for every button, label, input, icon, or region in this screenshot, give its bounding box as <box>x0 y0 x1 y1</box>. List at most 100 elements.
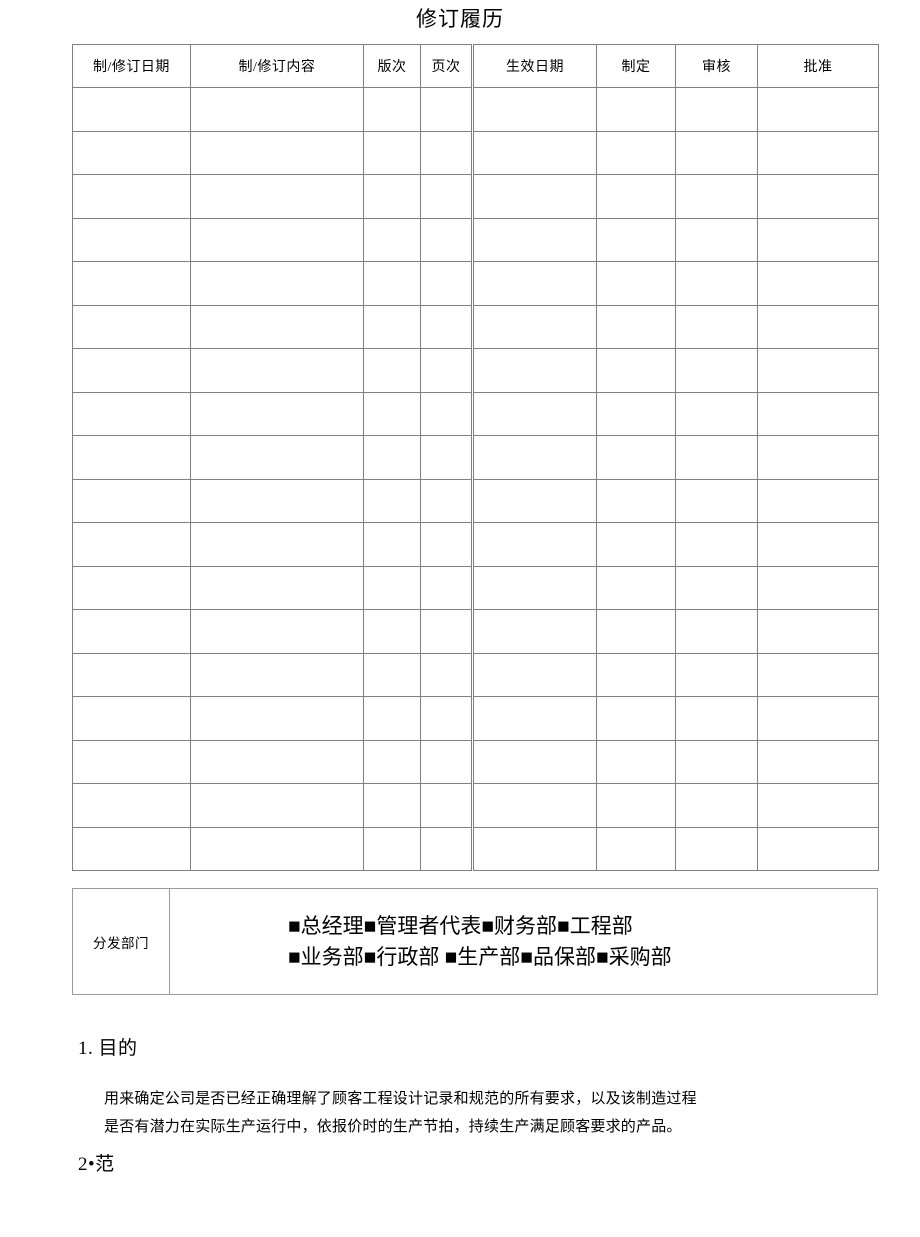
table-cell[interactable] <box>675 522 758 567</box>
table-cell[interactable] <box>596 304 676 349</box>
table-cell[interactable] <box>675 478 758 523</box>
table-cell[interactable] <box>420 174 474 219</box>
table-cell[interactable] <box>190 478 364 523</box>
table-cell[interactable] <box>420 652 474 697</box>
table-cell[interactable] <box>596 783 676 828</box>
table-cell[interactable] <box>72 217 191 262</box>
table-cell[interactable] <box>420 130 474 175</box>
table-cell[interactable] <box>757 652 879 697</box>
table-cell[interactable] <box>596 435 676 480</box>
table-cell[interactable] <box>472 609 597 654</box>
table-cell[interactable] <box>190 87 364 132</box>
table-cell[interactable] <box>363 174 421 219</box>
table-cell[interactable] <box>190 304 364 349</box>
table-cell[interactable] <box>190 522 364 567</box>
table-cell[interactable] <box>363 130 421 175</box>
table-cell[interactable] <box>420 739 474 784</box>
table-cell[interactable] <box>72 652 191 697</box>
table-cell[interactable] <box>675 783 758 828</box>
table-cell[interactable] <box>757 87 879 132</box>
table-cell[interactable] <box>472 174 597 219</box>
table-cell[interactable] <box>420 391 474 436</box>
table-cell[interactable] <box>757 783 879 828</box>
table-cell[interactable] <box>596 87 676 132</box>
table-cell[interactable] <box>72 391 191 436</box>
table-cell[interactable] <box>675 565 758 610</box>
table-cell[interactable] <box>472 696 597 741</box>
table-cell[interactable] <box>757 130 879 175</box>
table-cell[interactable] <box>420 826 474 871</box>
table-cell[interactable] <box>72 130 191 175</box>
table-cell[interactable] <box>363 826 421 871</box>
table-cell[interactable] <box>363 565 421 610</box>
table-cell[interactable] <box>472 565 597 610</box>
table-cell[interactable] <box>363 652 421 697</box>
table-cell[interactable] <box>757 565 879 610</box>
table-cell[interactable] <box>596 130 676 175</box>
table-cell[interactable] <box>757 739 879 784</box>
table-cell[interactable] <box>596 478 676 523</box>
table-cell[interactable] <box>420 348 474 393</box>
table-cell[interactable] <box>675 304 758 349</box>
table-cell[interactable] <box>72 783 191 828</box>
table-cell[interactable] <box>472 217 597 262</box>
table-cell[interactable] <box>757 522 879 567</box>
table-cell[interactable] <box>363 217 421 262</box>
table-cell[interactable] <box>757 391 879 436</box>
table-cell[interactable] <box>757 696 879 741</box>
table-cell[interactable] <box>420 261 474 306</box>
table-cell[interactable] <box>72 565 191 610</box>
table-cell[interactable] <box>420 478 474 523</box>
table-cell[interactable] <box>757 174 879 219</box>
table-cell[interactable] <box>190 652 364 697</box>
table-cell[interactable] <box>675 87 758 132</box>
table-cell[interactable] <box>190 826 364 871</box>
table-cell[interactable] <box>472 261 597 306</box>
table-cell[interactable] <box>190 130 364 175</box>
table-cell[interactable] <box>190 217 364 262</box>
table-cell[interactable] <box>472 783 597 828</box>
table-cell[interactable] <box>472 87 597 132</box>
table-cell[interactable] <box>363 522 421 567</box>
table-cell[interactable] <box>190 565 364 610</box>
table-cell[interactable] <box>72 609 191 654</box>
table-cell[interactable] <box>472 304 597 349</box>
table-cell[interactable] <box>190 174 364 219</box>
table-cell[interactable] <box>757 304 879 349</box>
table-cell[interactable] <box>675 217 758 262</box>
table-cell[interactable] <box>596 565 676 610</box>
table-cell[interactable] <box>596 652 676 697</box>
table-cell[interactable] <box>363 304 421 349</box>
table-cell[interactable] <box>363 87 421 132</box>
table-cell[interactable] <box>472 652 597 697</box>
table-cell[interactable] <box>596 826 676 871</box>
table-cell[interactable] <box>472 130 597 175</box>
table-cell[interactable] <box>596 696 676 741</box>
table-cell[interactable] <box>363 435 421 480</box>
table-cell[interactable] <box>757 348 879 393</box>
table-cell[interactable] <box>190 783 364 828</box>
table-cell[interactable] <box>72 435 191 480</box>
table-cell[interactable] <box>675 652 758 697</box>
table-cell[interactable] <box>675 130 758 175</box>
table-cell[interactable] <box>472 435 597 480</box>
table-cell[interactable] <box>472 391 597 436</box>
table-cell[interactable] <box>757 609 879 654</box>
table-cell[interactable] <box>72 348 191 393</box>
table-cell[interactable] <box>190 435 364 480</box>
table-cell[interactable] <box>596 261 676 306</box>
table-cell[interactable] <box>72 522 191 567</box>
table-cell[interactable] <box>363 478 421 523</box>
table-cell[interactable] <box>363 783 421 828</box>
table-cell[interactable] <box>596 609 676 654</box>
table-cell[interactable] <box>72 478 191 523</box>
table-cell[interactable] <box>596 348 676 393</box>
table-cell[interactable] <box>596 217 676 262</box>
table-cell[interactable] <box>363 261 421 306</box>
table-cell[interactable] <box>420 522 474 567</box>
table-cell[interactable] <box>420 304 474 349</box>
table-cell[interactable] <box>190 739 364 784</box>
table-cell[interactable] <box>72 696 191 741</box>
table-cell[interactable] <box>420 87 474 132</box>
table-cell[interactable] <box>420 435 474 480</box>
